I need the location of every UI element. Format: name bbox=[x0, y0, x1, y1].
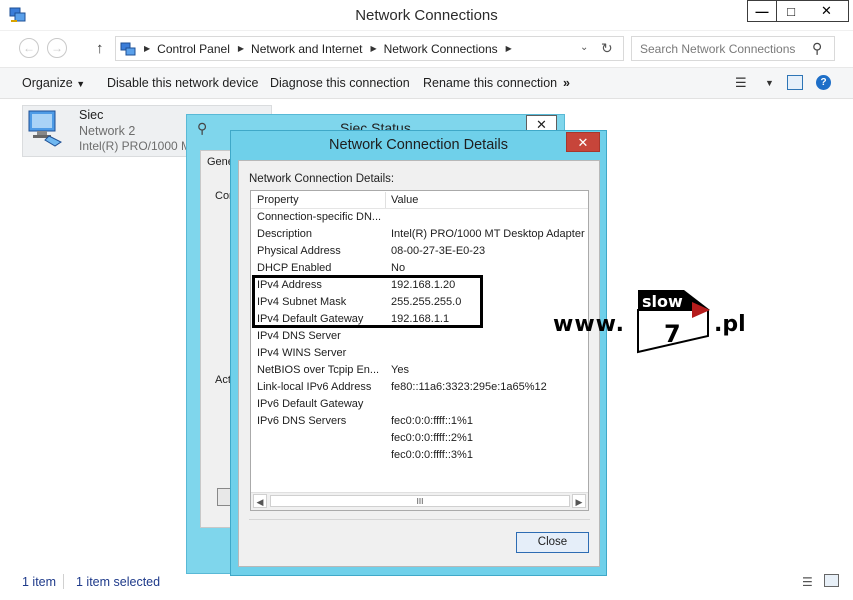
view-dropdown-icon[interactable]: ▼ bbox=[765, 78, 774, 88]
details-dialog-close-button[interactable]: ✕ bbox=[566, 132, 600, 152]
row-value: Intel(R) PRO/1000 MT Desktop Adapter bbox=[391, 228, 585, 240]
details-caption: Network Connection Details: bbox=[249, 173, 395, 185]
control-panel-icon bbox=[120, 42, 136, 55]
scroll-right-icon[interactable]: ▶ bbox=[572, 494, 586, 508]
row-property: DHCP Enabled bbox=[257, 262, 332, 274]
row-property: Physical Address bbox=[257, 245, 341, 257]
diagnose-connection-button[interactable]: Diagnose this connection bbox=[270, 76, 410, 90]
row-property: IPv4 WINS Server bbox=[257, 347, 347, 359]
status-dialog-icon: ⚲ bbox=[197, 120, 208, 136]
details-dialog-title: Network Connection Details bbox=[329, 137, 508, 153]
ipv4-highlight-box bbox=[252, 275, 483, 328]
list-header bbox=[251, 191, 588, 209]
row-property: IPv6 DNS Servers bbox=[257, 415, 347, 427]
window-title: Network Connections bbox=[355, 7, 498, 24]
item-count: 1 item bbox=[22, 575, 57, 589]
breadcrumb-chevron-icon[interactable]: ▶ bbox=[506, 44, 512, 53]
maximize-button[interactable]: □ bbox=[776, 0, 806, 22]
row-value: 08-00-27-3E-E0-23 bbox=[391, 245, 486, 257]
search-input[interactable]: Search Network Connections bbox=[631, 36, 835, 61]
row-value: fec0:0:0:ffff::2%1 bbox=[391, 432, 473, 444]
up-arrow-icon[interactable]: ↑ bbox=[96, 40, 104, 57]
column-divider[interactable] bbox=[385, 192, 386, 208]
scrollbar-thumb[interactable]: III bbox=[270, 495, 570, 507]
help-icon[interactable]: ? bbox=[816, 75, 831, 90]
dropdown-arrow-icon: ▼ bbox=[76, 79, 86, 89]
network-adapter-icon bbox=[28, 110, 62, 147]
watermark-suffix: .pl bbox=[714, 312, 746, 337]
row-property: NetBIOS over Tcpip En... bbox=[257, 364, 380, 376]
properties-button[interactable] bbox=[217, 488, 231, 506]
breadcrumb-chevron-icon: ▶ bbox=[237, 44, 245, 53]
organize-menu-button[interactable]: Organize ▼ bbox=[22, 76, 85, 90]
adapter-name: Siec bbox=[79, 108, 104, 122]
row-value: fec0:0:0:ffff::1%1 bbox=[391, 415, 473, 427]
large-icons-view-icon[interactable] bbox=[824, 574, 839, 587]
row-value: fec0:0:0:ffff::3%1 bbox=[391, 449, 473, 461]
breadcrumb-network-and-internet[interactable]: Network and Internet bbox=[251, 42, 362, 56]
breadcrumb-network-connections[interactable]: Network Connections bbox=[384, 42, 498, 56]
close-window-button[interactable]: ✕ bbox=[805, 0, 849, 22]
row-property: Description bbox=[257, 228, 313, 240]
disable-device-button[interactable]: Disable this network device bbox=[107, 76, 258, 90]
scroll-left-icon[interactable]: ◀ bbox=[253, 494, 267, 508]
activity-group-label: Act bbox=[215, 374, 231, 386]
status-divider bbox=[63, 574, 64, 589]
slow7-logo-icon: slow 7 bbox=[637, 290, 710, 354]
row-value: fe80::11a6:3323:295e:1a65%12 bbox=[391, 381, 547, 393]
watermark-prefix: www. bbox=[553, 312, 625, 337]
details-view-icon[interactable]: ☰ bbox=[802, 575, 813, 589]
search-icon[interactable]: ⚲ bbox=[812, 40, 822, 57]
preview-pane-icon[interactable] bbox=[787, 75, 803, 90]
logo-number: 7 bbox=[664, 320, 681, 348]
row-value: Yes bbox=[391, 364, 409, 376]
adapter-network: Network 2 bbox=[79, 124, 136, 138]
adapter-device: Intel(R) PRO/1000 MT Desktop Adapter bbox=[79, 139, 186, 153]
row-value: No bbox=[391, 262, 406, 274]
logo-word: slow bbox=[642, 292, 683, 311]
close-button[interactable]: Close bbox=[516, 532, 589, 553]
column-header-value[interactable]: Value bbox=[391, 194, 418, 206]
change-view-icon[interactable]: ☰ bbox=[735, 75, 747, 91]
column-header-property[interactable]: Property bbox=[257, 194, 299, 206]
breadcrumb-chevron-icon: ▶ bbox=[144, 44, 151, 53]
minimize-button[interactable]: — bbox=[747, 0, 777, 22]
forward-arrow-icon[interactable]: → bbox=[47, 38, 67, 58]
selected-count: 1 item selected bbox=[76, 575, 161, 589]
breadcrumb-control-panel[interactable]: Control Panel bbox=[157, 42, 230, 56]
row-property: Connection-specific DN... bbox=[257, 211, 382, 223]
back-arrow-icon[interactable]: ← bbox=[19, 38, 39, 58]
refresh-icon[interactable]: ↻ bbox=[601, 40, 613, 57]
organize-label: Organize bbox=[22, 76, 73, 90]
row-property: IPv4 DNS Server bbox=[257, 330, 341, 342]
rename-connection-button[interactable]: Rename this connection bbox=[423, 76, 557, 90]
more-commands-button[interactable]: » bbox=[563, 76, 570, 90]
address-dropdown-icon[interactable]: ⌄ bbox=[580, 42, 588, 53]
row-property: IPv6 Default Gateway bbox=[257, 398, 364, 410]
address-bar[interactable]: ▶ Control Panel ▶ Network and Internet ▶… bbox=[115, 36, 624, 61]
row-property: Link-local IPv6 Address bbox=[257, 381, 372, 393]
dialog-divider bbox=[249, 519, 590, 520]
breadcrumb-chevron-icon: ▶ bbox=[370, 44, 377, 53]
